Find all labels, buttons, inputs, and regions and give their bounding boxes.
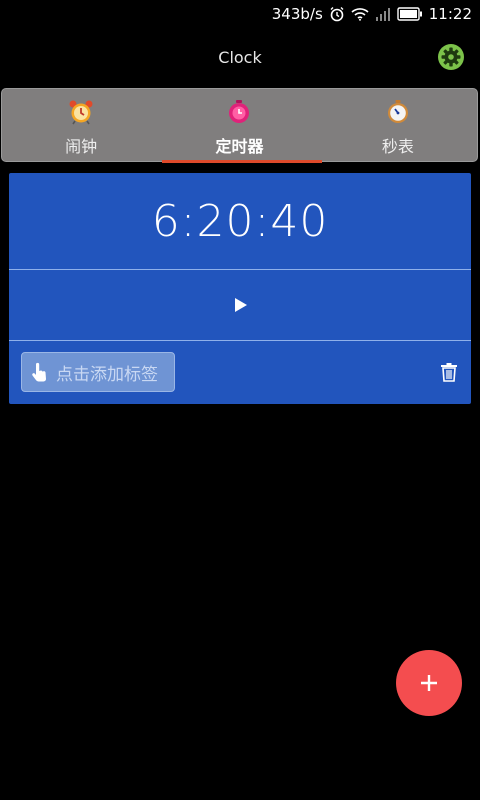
page-title: Clock xyxy=(218,47,262,67)
active-tab-indicator xyxy=(162,160,322,163)
alarm-clock-icon xyxy=(68,99,94,125)
tab-alarm[interactable]: 闹钟 xyxy=(2,89,160,161)
stopwatch-icon xyxy=(385,99,411,125)
wifi-icon xyxy=(351,7,369,21)
timer-card: 6:20:40 点击添加标签 xyxy=(9,173,471,404)
play-icon xyxy=(235,298,247,312)
alarm-clock-icon xyxy=(329,6,345,22)
gear-icon xyxy=(438,44,464,70)
tab-label: 秒表 xyxy=(381,137,414,156)
add-label-text: 点击添加标签 xyxy=(56,364,158,385)
divider xyxy=(9,340,471,341)
hand-pointer-icon xyxy=(30,361,50,383)
settings-button[interactable] xyxy=(436,42,466,72)
tab-label: 闹钟 xyxy=(65,137,98,156)
divider xyxy=(9,269,471,270)
tab-timer[interactable]: 定时器 xyxy=(160,89,318,161)
delete-timer-button[interactable] xyxy=(437,359,461,385)
clock-app-screen: 343b/s 11:22 Clock 闹钟 定时器 秒表 6:20:40 点击添… xyxy=(0,0,480,800)
add-icon xyxy=(421,675,437,691)
tab-stopwatch[interactable]: 秒表 xyxy=(319,89,477,161)
battery-icon xyxy=(397,7,423,21)
network-speed: 343b/s xyxy=(271,5,323,23)
timer-icon xyxy=(226,99,252,125)
add-timer-button[interactable] xyxy=(396,650,462,716)
signal-icon xyxy=(375,7,391,21)
add-label-button[interactable]: 点击添加标签 xyxy=(21,352,175,392)
play-button[interactable] xyxy=(220,285,260,325)
status-time: 11:22 xyxy=(428,5,472,23)
tab-label: 定时器 xyxy=(215,137,264,156)
trash-icon xyxy=(441,363,457,382)
app-header: Clock xyxy=(0,28,480,86)
status-bar: 343b/s 11:22 xyxy=(0,0,480,28)
tab-bar: 闹钟 定时器 秒表 xyxy=(1,88,478,163)
timer-display[interactable]: 6:20:40 xyxy=(9,173,471,269)
